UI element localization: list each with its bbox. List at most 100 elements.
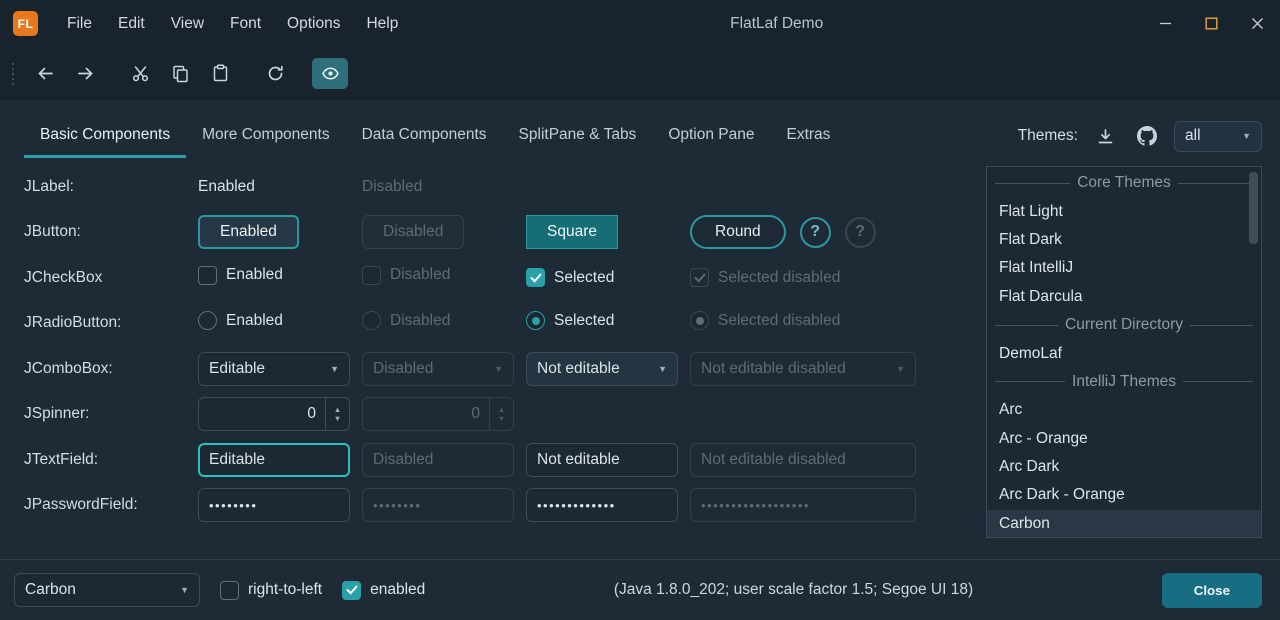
passwordfield-disabled-input xyxy=(362,488,514,522)
jlabel-row: JLabel: Enabled Disabled xyxy=(24,164,966,210)
jspinner-row-label: JSpinner: xyxy=(24,405,198,423)
checkbox-selected[interactable]: Selected xyxy=(526,268,614,287)
tab-data-components[interactable]: Data Components xyxy=(346,114,503,158)
chevron-down-icon[interactable]: ▼ xyxy=(322,364,339,374)
status-info: (Java 1.8.0_202; user scale factor 1.5; … xyxy=(445,581,1141,599)
radio-disabled: Disabled xyxy=(362,311,450,330)
minimize-button[interactable] xyxy=(1142,0,1188,47)
refresh-icon xyxy=(266,64,285,83)
close-window-button[interactable] xyxy=(1234,0,1280,47)
radio-enabled[interactable]: Enabled xyxy=(198,311,283,330)
checkbox-icon xyxy=(362,266,381,285)
tab-bar: Basic Components More Components Data Co… xyxy=(0,114,1280,158)
tab-strip: Basic Components More Components Data Co… xyxy=(24,114,846,158)
theme-arc-dark-orange[interactable]: Arc Dark - Orange xyxy=(987,481,1261,509)
close-button[interactable]: Close xyxy=(1162,573,1262,608)
combobox-editable[interactable]: Editable ▼ xyxy=(198,352,350,386)
cut-button[interactable] xyxy=(122,58,158,89)
radio-selected-icon xyxy=(690,311,709,330)
eye-icon xyxy=(321,64,340,83)
chevron-down-icon: ▼ xyxy=(172,585,189,595)
combobox-not-editable-disabled: Not editable disabled ▼ xyxy=(690,352,916,386)
menu-item-edit[interactable]: Edit xyxy=(105,9,158,39)
forward-button[interactable] xyxy=(67,58,103,89)
checkbox-checked-icon xyxy=(690,268,709,287)
theme-filter-combobox[interactable]: all ▼ xyxy=(1174,121,1262,152)
theme-arc-dark[interactable]: Arc Dark xyxy=(987,453,1261,481)
combobox-not-editable[interactable]: Not editable ▼ xyxy=(526,352,678,386)
refresh-button[interactable] xyxy=(257,58,293,89)
jbutton-round-button[interactable]: Round xyxy=(690,215,786,249)
spinner-value[interactable]: 0 xyxy=(199,398,325,430)
download-themes-button[interactable] xyxy=(1090,121,1120,151)
tab-splitpane-tabs[interactable]: SplitPane & Tabs xyxy=(503,114,653,158)
theme-demolaf[interactable]: DemoLaf xyxy=(987,339,1261,367)
theme-flat-darcula[interactable]: Flat Darcula xyxy=(987,283,1261,311)
show-hints-toggle[interactable] xyxy=(312,58,348,89)
back-button[interactable] xyxy=(27,58,63,89)
theme-arc[interactable]: Arc xyxy=(987,396,1261,424)
statusbar: Carbon ▼ right-to-left enabled (Java 1.8… xyxy=(0,559,1280,620)
theme-flat-light[interactable]: Flat Light xyxy=(987,197,1261,225)
checkbox-checked-icon xyxy=(342,581,361,600)
menu-item-view[interactable]: View xyxy=(158,9,217,39)
copy-button[interactable] xyxy=(162,58,198,89)
checkbox-checked-icon xyxy=(526,268,545,287)
paste-button[interactable] xyxy=(202,58,238,89)
radio-selected[interactable]: Selected xyxy=(526,311,614,330)
menu-item-options[interactable]: Options xyxy=(274,9,353,39)
help-button-disabled: ? xyxy=(845,217,876,248)
tab-option-pane[interactable]: Option Pane xyxy=(652,114,770,158)
titlebar: FL File Edit View Font Options Help Flat… xyxy=(0,0,1280,47)
toolbar-grip-handle[interactable] xyxy=(12,63,14,85)
tab-basic-components[interactable]: Basic Components xyxy=(24,114,186,158)
download-icon xyxy=(1096,127,1115,146)
maximize-button[interactable] xyxy=(1188,0,1234,47)
spinner-enabled[interactable]: 0 ▲ ▼ xyxy=(198,397,350,431)
enabled-checkbox[interactable]: enabled xyxy=(342,581,425,600)
tab-more-components[interactable]: More Components xyxy=(186,114,346,158)
theme-flat-dark[interactable]: Flat Dark xyxy=(987,226,1261,254)
theme-intellij-themes: IntelliJ Themes xyxy=(987,368,1261,396)
menu-item-help[interactable]: Help xyxy=(353,9,411,39)
menu-item-font[interactable]: Font xyxy=(217,9,274,39)
close-icon xyxy=(1251,17,1264,30)
passwordfield-not-editable-disabled-input xyxy=(690,488,916,522)
theme-flat-intellij[interactable]: Flat IntelliJ xyxy=(987,254,1261,282)
copy-icon xyxy=(171,64,190,83)
right-to-left-checkbox[interactable]: right-to-left xyxy=(220,581,322,600)
themes-list-panel: Core Themes Flat Light Flat Dark xyxy=(986,166,1262,538)
theme-carbon[interactable]: Carbon xyxy=(987,510,1261,538)
jcheckbox-row-label: JCheckBox xyxy=(24,269,198,287)
github-button[interactable] xyxy=(1132,121,1162,151)
themes-label: Themes: xyxy=(1018,127,1078,145)
tab-extras[interactable]: Extras xyxy=(771,114,847,158)
jcheckbox-row: JCheckBox Enabled Disabled xyxy=(24,255,966,301)
jbutton-square-button[interactable]: Square xyxy=(526,215,618,249)
theme-core-themes: Core Themes xyxy=(987,169,1261,197)
radio-selected-icon xyxy=(526,311,545,330)
jtextfield-row-label: JTextField: xyxy=(24,451,198,469)
lookandfeel-value: Carbon xyxy=(25,581,76,599)
lookandfeel-combobox[interactable]: Carbon ▼ xyxy=(14,573,200,607)
jbutton-disabled-button: Disabled xyxy=(362,215,464,249)
themes-header: Themes: all ▼ xyxy=(1018,114,1262,158)
chevron-down-icon[interactable]: ▼ xyxy=(650,364,667,374)
theme-arc-orange[interactable]: Arc - Orange xyxy=(987,425,1261,453)
spinner-down-icon[interactable]: ▼ xyxy=(334,415,341,423)
passwordfield-editable-input[interactable] xyxy=(198,488,350,522)
spinner-buttons[interactable]: ▲ ▼ xyxy=(325,398,349,430)
spinner-buttons: ▲ ▼ xyxy=(489,398,513,430)
help-button[interactable]: ? xyxy=(800,217,831,248)
app-window: FL File Edit View Font Options Help Flat… xyxy=(0,0,1280,620)
menu-item-file[interactable]: File xyxy=(54,9,105,39)
passwordfield-not-editable-input[interactable] xyxy=(526,488,678,522)
basic-components-panel: JLabel: Enabled Disabled JButton: Enable… xyxy=(24,164,966,559)
jbutton-enabled-button[interactable]: Enabled xyxy=(198,215,299,249)
jpasswordfield-row: JPasswordField: xyxy=(24,483,966,529)
spinner-up-icon[interactable]: ▲ xyxy=(334,406,341,414)
scrollbar-thumb[interactable] xyxy=(1249,172,1258,244)
checkbox-enabled[interactable]: Enabled xyxy=(198,266,283,285)
textfield-not-editable-input[interactable] xyxy=(526,443,678,477)
textfield-editable-input[interactable] xyxy=(198,443,350,477)
